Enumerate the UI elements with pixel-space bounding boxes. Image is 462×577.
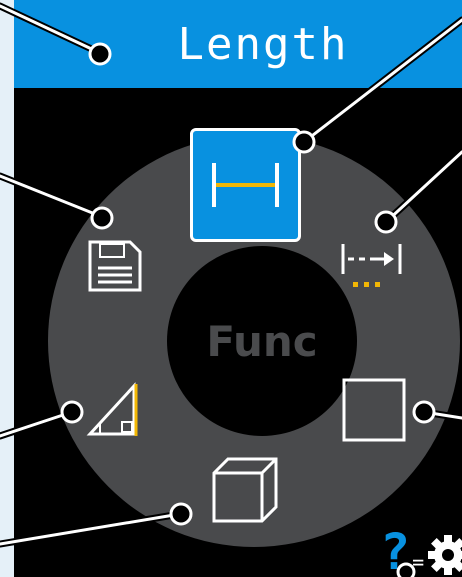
- device-screen: Length Func ? =: [14, 0, 462, 577]
- title-bar: Length: [14, 0, 462, 88]
- equals-symbol: =: [412, 550, 425, 574]
- help-settings: ? =: [380, 518, 462, 577]
- gear-icon[interactable]: [426, 531, 462, 575]
- continuous-measure-icon: [341, 244, 402, 287]
- help-icon[interactable]: ?: [380, 527, 410, 577]
- area-mode-button[interactable]: [340, 376, 410, 446]
- function-hub[interactable]: Func: [167, 246, 357, 436]
- memory-mode-button[interactable]: [86, 238, 144, 294]
- memory-icon: [88, 240, 142, 292]
- length-mode-button[interactable]: [190, 128, 301, 242]
- volume-mode-button[interactable]: [210, 455, 282, 527]
- area-icon: [342, 378, 406, 442]
- continuous-measure-button[interactable]: [338, 238, 408, 293]
- pythagoras-mode-button[interactable]: [86, 380, 142, 438]
- function-label: Func: [206, 316, 318, 366]
- pythagoras-icon: [86, 382, 138, 436]
- length-icon: [212, 163, 279, 207]
- volume-icon: [212, 457, 278, 523]
- page-title: Length: [177, 18, 349, 70]
